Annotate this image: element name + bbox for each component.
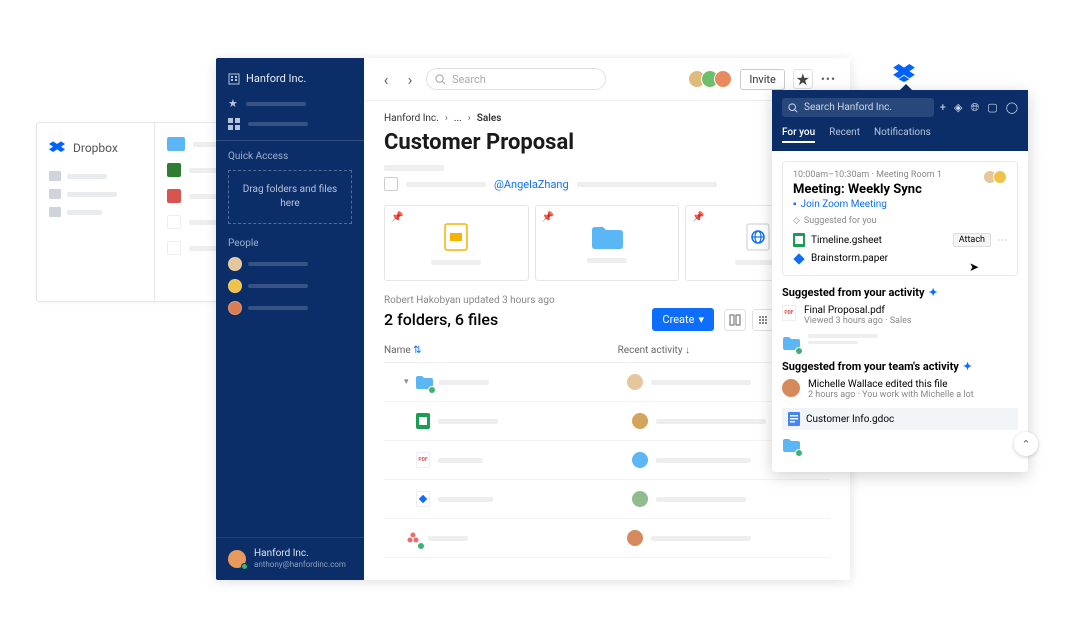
pin-icon: 📌: [692, 212, 704, 223]
meeting-card: 10:00am–10:30am · Meeting Room 1 Meeting…: [782, 161, 1018, 276]
activity-item[interactable]: PDF Final Proposal.pdf Viewed 3 hours ag…: [782, 305, 1018, 326]
people-heading: People: [228, 238, 352, 249]
nav-back-button[interactable]: ‹: [378, 71, 394, 87]
folder-icon: [590, 224, 624, 250]
main-app: Hanford Inc. ★ Quick Access Drag folders…: [216, 58, 850, 580]
chevron-down-icon: ▾: [698, 313, 704, 326]
folder-icon: [782, 334, 800, 352]
sidebar-person[interactable]: [228, 301, 352, 315]
activity-item[interactable]: [782, 334, 1018, 352]
meeting-title: Meeting: Weekly Sync: [793, 182, 983, 197]
sidebar-person[interactable]: [228, 279, 352, 293]
tab-notifications[interactable]: Notifications: [874, 127, 931, 143]
sidebar-org[interactable]: Hanford Inc.: [228, 72, 352, 85]
building-icon: [228, 73, 240, 85]
gdoc-file[interactable]: Customer Info.gdoc: [782, 408, 1018, 430]
folder-icon[interactable]: ▢: [987, 101, 997, 115]
view-tiles-button[interactable]: [724, 309, 746, 331]
suggested-file[interactable]: Timeline.gsheet Attach ⋯: [793, 230, 1007, 250]
sheets-icon: [793, 233, 805, 247]
avatar: [228, 550, 246, 568]
pinned-card[interactable]: 📌: [384, 205, 529, 281]
sidebar-starred[interactable]: ★: [228, 97, 352, 110]
user-icon[interactable]: ◯: [1006, 101, 1018, 115]
avatar: [782, 379, 800, 397]
mention-link[interactable]: @AngelaZhang: [494, 178, 569, 191]
search-input[interactable]: Search: [426, 68, 606, 90]
folder-icon: [782, 436, 800, 454]
paper-icon: [793, 253, 804, 264]
tab-foryou[interactable]: For you: [782, 127, 815, 143]
star-icon: ★: [228, 97, 238, 110]
tab-recent[interactable]: Recent: [829, 127, 860, 143]
tray-panel: Search Hanford Inc. + ◈ 🌐︎ ▢ ◯ For you R…: [772, 90, 1028, 472]
search-icon: [788, 103, 798, 113]
layers-icon[interactable]: ◈: [954, 101, 962, 115]
folder-file-count: 2 folders, 6 files: [384, 310, 642, 329]
pdf-file-icon: PDF: [414, 451, 432, 469]
paper-file-icon: [414, 490, 432, 508]
dropbox-logo-icon: [49, 141, 65, 155]
sidebar-footer[interactable]: Hanford Inc. anthony@hanfordinc.com: [216, 537, 364, 580]
list-row[interactable]: PDF: [384, 441, 830, 480]
pin-icon: 📌: [542, 212, 554, 223]
breadcrumb: Hanford Inc. › ... › Sales: [384, 113, 830, 124]
activity-item[interactable]: [782, 436, 1018, 454]
plus-icon[interactable]: +: [940, 101, 946, 115]
join-zoom-link[interactable]: ▪Join Zoom Meeting: [793, 199, 983, 210]
sidebar-apps[interactable]: [228, 118, 352, 130]
attach-button[interactable]: Attach: [953, 233, 991, 247]
globe-icon[interactable]: 🌐︎: [970, 101, 979, 115]
breadcrumb-root[interactable]: Hanford Inc.: [384, 113, 439, 124]
create-button[interactable]: Create▾: [652, 308, 714, 331]
member-avatars[interactable]: [693, 70, 732, 88]
activity-section-heading: Suggested from your activity✦: [782, 286, 1018, 299]
breadcrumb-leaf[interactable]: Sales: [477, 113, 502, 124]
gdoc-icon: [788, 412, 800, 426]
bg-app-name: Dropbox: [49, 141, 142, 155]
nav-forward-button[interactable]: ›: [402, 71, 418, 87]
folder-icon: [415, 373, 433, 391]
quick-access-heading: Quick Access: [228, 151, 352, 162]
asana-file-icon: [404, 529, 422, 547]
page-title: Customer Proposal: [384, 130, 830, 155]
checkbox-icon[interactable]: [384, 177, 398, 191]
dropbox-tray-icon[interactable]: [893, 64, 915, 82]
star-button[interactable]: ★: [793, 69, 813, 89]
list-row[interactable]: [384, 519, 830, 558]
sheets-file-icon: [414, 412, 432, 430]
meta-placeholder: [384, 165, 444, 171]
suggested-heading: ◇Suggested for you: [793, 216, 1007, 226]
mouse-cursor: ➤: [969, 260, 979, 274]
sidebar-person[interactable]: [228, 257, 352, 271]
pdf-icon: PDF: [782, 305, 796, 321]
team-activity-item[interactable]: Michelle Wallace edited this file 2 hour…: [782, 379, 1018, 400]
list-row[interactable]: [384, 480, 830, 519]
panel-search-input[interactable]: Search Hanford Inc.: [782, 98, 934, 117]
pinned-card[interactable]: 📌: [535, 205, 680, 281]
team-section-heading: Suggested from your team's activity✦: [782, 360, 1018, 373]
quick-access-dropzone[interactable]: Drag folders and files here: [228, 170, 352, 224]
meeting-time: 10:00am–10:30am · Meeting Room 1: [793, 170, 983, 180]
update-text: Robert Hakobyan updated 3 hours ago: [384, 295, 830, 306]
more-menu-button[interactable]: •••: [821, 72, 836, 86]
sidebar: Hanford Inc. ★ Quick Access Drag folders…: [216, 58, 364, 580]
pin-icon: 📌: [391, 212, 403, 223]
view-grid-button[interactable]: [752, 309, 774, 331]
chevron-down-icon[interactable]: ▾: [404, 377, 409, 387]
column-name[interactable]: Name ⇅: [384, 345, 618, 356]
web-file-icon: [745, 222, 771, 252]
search-icon: [435, 74, 446, 85]
collapse-button[interactable]: ⌃: [1014, 432, 1038, 456]
list-row[interactable]: [384, 402, 830, 441]
grid-icon: [228, 118, 240, 130]
breadcrumb-mid[interactable]: ...: [454, 113, 462, 124]
invite-button[interactable]: Invite: [740, 69, 785, 90]
slides-file-icon: [443, 222, 469, 252]
list-row[interactable]: ▾: [384, 363, 830, 402]
